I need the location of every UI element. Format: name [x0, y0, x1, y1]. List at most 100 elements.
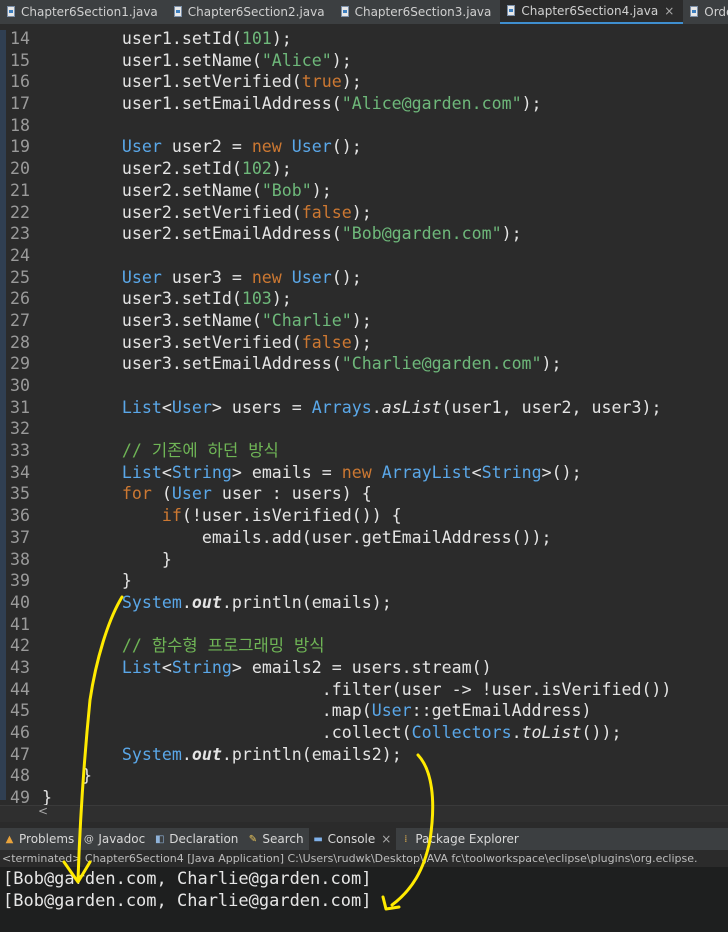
- code-token: (: [291, 202, 302, 222]
- code-token: user3.: [42, 310, 182, 330]
- code-token: (: [251, 50, 262, 70]
- code-token: 103: [241, 289, 272, 309]
- editor-tab[interactable]: Chapter6Section2.java: [167, 0, 334, 24]
- code-token: setName: [181, 180, 252, 200]
- code-token: );: [311, 180, 332, 200]
- code-token: "Alice": [261, 50, 332, 70]
- line-number: 40: [10, 592, 30, 612]
- view-tab-label: Declaration: [169, 832, 239, 846]
- code-line: 20 user2.setId(102);: [0, 158, 671, 180]
- line-number: 30: [10, 376, 30, 395]
- code-token: out: [191, 744, 222, 764]
- scroll-left-icon[interactable]: <: [38, 804, 48, 818]
- line-number: 27: [10, 310, 30, 330]
- code-token: User: [291, 267, 332, 287]
- code-token: getEmailAddress: [361, 527, 512, 547]
- code-token: User: [291, 137, 332, 157]
- console-output-line: [Bob@garden.com, Charlie@garden.com]: [3, 869, 372, 889]
- code-line: 42 // 함수형 프로그래밍 방식: [0, 635, 671, 657]
- code-line: 47 System.out.println(emails2);: [0, 744, 671, 766]
- code-token: .: [221, 592, 232, 612]
- line-number: 41: [10, 614, 30, 634]
- line-number: 44: [10, 679, 30, 699]
- code-editor[interactable]: 14 user1.setId(101); 15 user1.setName("Al…: [0, 24, 728, 805]
- code-token: (: [291, 332, 302, 352]
- code-token: ArrayList: [381, 462, 472, 482]
- close-tab-icon[interactable]: ×: [664, 4, 674, 18]
- code-token: Arrays: [311, 397, 372, 417]
- code-token: <: [471, 462, 482, 482]
- code-token: (!user.: [181, 506, 252, 526]
- view-tab[interactable]: ▬ Console ×: [308, 828, 397, 850]
- code-token: "Alice@garden.com": [341, 94, 522, 114]
- editor-tab[interactable]: Chapter6Section4.java ×: [500, 0, 684, 24]
- horizontal-scrollbar[interactable]: <: [0, 804, 728, 822]
- line-number: 24: [10, 245, 30, 265]
- code-token: );: [501, 224, 522, 244]
- view-tab-label: Package Explorer: [415, 832, 519, 846]
- code-token: ());: [581, 723, 622, 742]
- code-token: .: [181, 592, 192, 612]
- code-token: user2.: [42, 159, 182, 179]
- code-token: out: [191, 592, 222, 612]
- code-token: > users =: [211, 397, 312, 417]
- code-token: setName: [181, 310, 252, 330]
- editor-tab[interactable]: Chapter6Section1.java: [0, 0, 167, 24]
- code-token: List: [42, 397, 162, 417]
- code-token: user1.: [42, 94, 182, 114]
- code-token: String: [171, 462, 232, 482]
- view-tab[interactable]: ⁞ Package Explorer: [396, 828, 524, 850]
- code-token: }: [42, 788, 52, 805]
- code-token: ): [581, 701, 592, 721]
- code-line: 40 System.out.println(emails);: [0, 592, 671, 614]
- code-token: "Charlie": [261, 310, 352, 330]
- code-token: (: [231, 289, 242, 309]
- view-tab[interactable]: @ Javadoc: [79, 828, 150, 850]
- editor-tab-label: Chapter6Section1.java: [21, 5, 158, 19]
- java-file-icon: [506, 5, 516, 17]
- code-token: user2.: [42, 224, 182, 244]
- java-file-icon: [689, 6, 699, 18]
- code-token: user2.: [42, 202, 182, 222]
- code-line: 19 User user2 = new User();: [0, 136, 671, 158]
- code-token: isVerified: [251, 506, 352, 526]
- code-token: setEmailAddress: [181, 224, 332, 244]
- close-view-icon[interactable]: ×: [381, 832, 391, 846]
- view-tab[interactable]: ◧ Declaration: [150, 828, 243, 850]
- view-tab[interactable]: ▲ Problems: [0, 828, 79, 850]
- code-token: true: [301, 72, 342, 92]
- code-line: 34 List<String> emails = new ArrayList<S…: [0, 462, 671, 484]
- code-token: user1.: [42, 29, 182, 48]
- code-token: <: [161, 397, 172, 417]
- code-token: toList: [521, 723, 582, 742]
- code-token: .: [42, 679, 332, 699]
- code-token: user : users) {: [211, 484, 372, 504]
- editor-tab[interactable]: Chapter6Section3.java: [334, 0, 501, 24]
- code-token: collect: [331, 723, 402, 742]
- console-output[interactable]: [Bob@garden.com, Charlie@garden.com] [Bo…: [0, 867, 728, 932]
- code-token: (: [401, 723, 412, 742]
- code-line: 31 List<User> users = Arrays.asList(user…: [0, 397, 671, 419]
- view-tab[interactable]: ✎ Search: [243, 828, 308, 850]
- code-token: }: [42, 549, 172, 569]
- code-token: 101: [241, 29, 272, 48]
- code-token: user3.: [42, 354, 182, 374]
- code-token: user1.: [42, 50, 182, 70]
- code-token: );: [521, 94, 542, 114]
- code-token: );: [331, 50, 352, 70]
- code-token: (: [251, 310, 262, 330]
- code-token: "Bob@garden.com": [341, 224, 502, 244]
- editor-tab[interactable]: Order.java: [683, 0, 728, 24]
- code-token: > emails2 = users.: [231, 657, 412, 677]
- code-line: 38 }: [0, 549, 671, 571]
- code-token: (: [251, 180, 262, 200]
- code-token: user2 =: [161, 137, 252, 157]
- java-file-icon: [6, 6, 16, 18]
- code-token: .: [371, 397, 382, 417]
- code-token: new: [251, 137, 282, 157]
- console-icon: ▬: [313, 833, 323, 845]
- code-token: > emails =: [231, 462, 342, 482]
- code-token: .: [181, 744, 192, 764]
- code-token: System: [42, 744, 182, 764]
